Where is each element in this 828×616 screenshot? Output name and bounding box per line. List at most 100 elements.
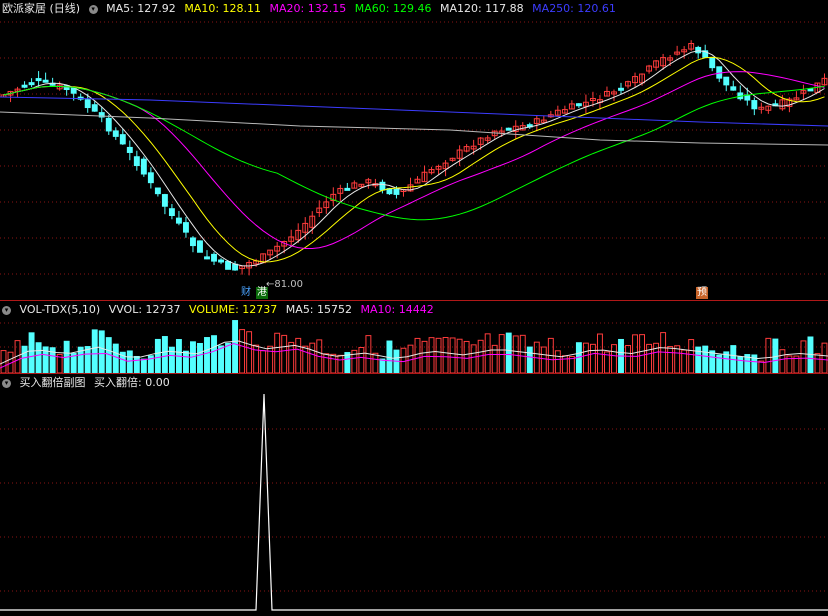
candle-body	[175, 217, 182, 224]
badge-finance[interactable]: 财	[240, 287, 252, 299]
volume-bar	[239, 329, 246, 373]
volume-bar	[246, 331, 253, 373]
volume-bar	[98, 330, 105, 373]
ma5-readout: MA5: 127.92	[106, 2, 176, 15]
ma60-readout: MA60: 129.46	[354, 2, 432, 15]
signal-readout: 买入翻倍: 0.00	[94, 376, 170, 389]
vvol-readout: VVOL: 12737	[108, 303, 181, 316]
volume-bar	[674, 345, 681, 373]
volume-bar	[197, 342, 203, 373]
vol-ma10-readout: MA10: 14442	[360, 303, 434, 316]
candle-body	[28, 82, 35, 86]
candle-body	[42, 79, 49, 83]
volume-bar	[428, 337, 435, 373]
volume-bar	[218, 345, 224, 373]
price-panel[interactable]: 欧派家居 (日线) ▾ MA5: 127.92 MA10: 128.11 MA2…	[0, 0, 828, 300]
candle-body	[140, 158, 147, 175]
volume-bar	[133, 355, 140, 373]
signal-chart[interactable]	[0, 374, 828, 616]
ma10-line	[3, 56, 825, 263]
volume-bar	[589, 343, 596, 373]
volume-bar	[112, 343, 119, 373]
ma120-readout: MA120: 117.88	[439, 2, 524, 15]
signal-spike-line	[0, 393, 828, 611]
volume-bar	[154, 338, 161, 373]
volume-panel[interactable]: ▾ VOL-TDX(5,10) VVOL: 12737 VOLUME: 1273…	[0, 301, 828, 373]
volume-readout: VOLUME: 12737	[189, 303, 278, 316]
candlestick-chart[interactable]	[0, 0, 828, 300]
volume-bar	[204, 337, 210, 373]
candle-body	[168, 208, 175, 217]
candle-body	[232, 263, 239, 271]
volume-bar	[470, 344, 477, 373]
candle-body	[695, 46, 702, 54]
candle-body	[84, 99, 91, 109]
stock-title: 欧派家居 (日线)	[2, 2, 81, 15]
candle-body	[161, 194, 168, 207]
badge-hk[interactable]: 港	[256, 287, 268, 299]
settings-dot-icon[interactable]: ▾	[2, 305, 11, 315]
badge-forecast[interactable]: 预	[696, 287, 708, 299]
volume-bar	[765, 337, 772, 373]
volume-bar	[519, 334, 526, 373]
candle-body	[126, 146, 133, 153]
volume-bar	[281, 334, 288, 373]
volume-bar	[35, 342, 42, 373]
volume-bar	[84, 346, 91, 373]
volume-bar	[639, 334, 646, 373]
volume-bar	[225, 342, 232, 373]
volume-bar	[779, 349, 786, 373]
volume-bar	[358, 346, 365, 373]
candle-body	[105, 117, 112, 132]
candle-body	[344, 187, 351, 191]
volume-bar	[463, 340, 470, 373]
candle-body	[807, 88, 814, 92]
candle-body	[21, 84, 28, 88]
candle-body	[751, 100, 758, 110]
volume-bar	[414, 337, 421, 373]
volume-bar	[667, 346, 674, 373]
volume-bar	[498, 334, 505, 373]
volume-bar	[295, 337, 302, 373]
candle-body	[225, 260, 232, 270]
volume-bar	[442, 337, 449, 373]
volume-bar	[611, 344, 617, 373]
volume-bar	[274, 332, 281, 373]
candle-body	[204, 256, 210, 260]
candle-body	[147, 172, 154, 184]
volume-bar	[737, 356, 744, 373]
ma20-readout: MA20: 132.15	[269, 2, 347, 15]
volume-bar	[800, 340, 807, 373]
candle-body	[505, 127, 512, 131]
low-price-value: 81.00	[274, 279, 304, 290]
settings-dot-icon[interactable]: ▾	[88, 4, 98, 14]
signal-panel-header: ▾ 买入翻倍副图 买入翻倍: 0.00	[2, 376, 175, 390]
candle-body	[393, 188, 400, 195]
signal-panel[interactable]: ▾ 买入翻倍副图 买入翻倍: 0.00	[0, 374, 828, 616]
volume-bar	[126, 350, 133, 373]
volume-bar	[814, 353, 821, 373]
volume-bar	[582, 342, 589, 373]
volume-bar	[512, 335, 519, 373]
volume-bar	[449, 337, 456, 373]
volume-bar	[182, 350, 189, 373]
candle-body	[197, 240, 203, 253]
settings-dot-icon[interactable]: ▾	[2, 378, 11, 388]
volume-bar	[821, 342, 828, 373]
volume-bar	[232, 320, 239, 373]
volume-bar	[505, 332, 512, 373]
signal-title: 买入翻倍副图	[19, 376, 86, 389]
volume-bar	[632, 334, 638, 373]
volume-bar	[702, 345, 709, 373]
volume-bar	[161, 336, 168, 373]
volume-bar	[526, 346, 533, 373]
candle-body	[709, 57, 716, 69]
volume-bar	[709, 350, 716, 373]
volume-bar	[400, 347, 407, 373]
vol-ma5-readout: MA5: 15752	[285, 303, 353, 316]
volume-bar	[330, 353, 337, 373]
low-price-label: ←81.00	[266, 279, 304, 290]
candle-body	[618, 87, 624, 91]
candle-body	[119, 134, 126, 145]
volume-bar	[379, 358, 386, 373]
